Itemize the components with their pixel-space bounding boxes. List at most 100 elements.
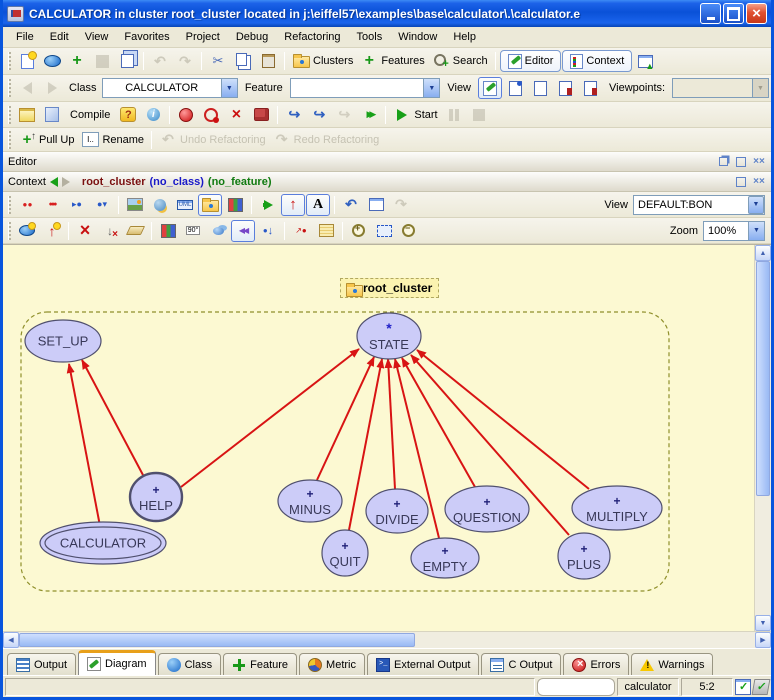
vertical-scrollbar[interactable]: ▲ ▼	[754, 245, 771, 631]
straighten-links-button[interactable]	[256, 220, 280, 242]
search-button[interactable]: Search	[429, 50, 491, 72]
align-horizontal-button[interactable]	[65, 194, 89, 216]
close-context-icon[interactable]: ××	[752, 175, 766, 189]
export-image-button[interactable]	[123, 194, 147, 216]
save-all-button[interactable]	[115, 50, 139, 72]
scroll-right-button[interactable]: ▶	[755, 632, 771, 648]
features-button[interactable]: +Features	[357, 50, 427, 72]
diagram-view-combobox[interactable]: DEFAULT:BON ▼	[633, 195, 765, 215]
tree-layout-button[interactable]	[40, 194, 64, 216]
zoom-combobox-arrow[interactable]: ▼	[748, 222, 764, 240]
undock-icon[interactable]	[716, 155, 730, 169]
class-node-state[interactable]: *STATE	[357, 313, 421, 359]
step-out-button[interactable]	[332, 104, 356, 126]
menu-view[interactable]: View	[78, 29, 116, 45]
cut-button[interactable]: ✂	[206, 50, 230, 72]
zoom-in-button[interactable]	[347, 220, 371, 242]
editor-toggle-button[interactable]: Editor	[500, 50, 562, 72]
view-flat-contract-button[interactable]	[578, 77, 602, 99]
tab-output[interactable]: Output	[7, 653, 76, 675]
class-node-multiply[interactable]: +MULTIPLY	[572, 486, 662, 530]
breakpoint-remove-button[interactable]	[224, 104, 248, 126]
maximize-button[interactable]	[723, 3, 744, 24]
toolbar-grip[interactable]	[8, 52, 11, 70]
context-crumb-cluster[interactable]: root_cluster	[82, 176, 146, 188]
toolbar-grip[interactable]	[8, 131, 11, 149]
diagram-history-button[interactable]	[364, 194, 388, 216]
inheritance-link-HELP-to-STATE[interactable]	[181, 349, 359, 487]
view-contract-button[interactable]	[528, 77, 552, 99]
undo-refactoring-button[interactable]: Undo Refactoring	[156, 129, 269, 151]
context-toggle-button[interactable]: Context	[562, 50, 632, 72]
tab-c-output[interactable]: C Output	[481, 653, 561, 675]
diagram-view-arrow[interactable]: ▼	[748, 196, 764, 214]
toolbar-grip[interactable]	[8, 196, 11, 214]
inheritance-link-QUESTION-to-STATE[interactable]	[402, 358, 475, 487]
class-node-quit[interactable]: +QUIT	[322, 530, 368, 576]
new-class-button[interactable]	[40, 50, 64, 72]
menu-file[interactable]: File	[9, 29, 41, 45]
class-node-set_up[interactable]: SET_UP	[25, 320, 101, 362]
menu-window[interactable]: Window	[391, 29, 444, 45]
toolbar-grip[interactable]	[8, 222, 11, 240]
new-feature-button[interactable]: +	[65, 50, 89, 72]
view-interface-button[interactable]	[553, 77, 577, 99]
scroll-down-button[interactable]: ▼	[755, 615, 771, 631]
colors-button[interactable]	[156, 220, 180, 242]
delete-button[interactable]	[73, 220, 97, 242]
align-vertical-button[interactable]	[90, 194, 114, 216]
cluster-view-button[interactable]	[198, 194, 222, 216]
diagram-redo-button[interactable]	[389, 194, 413, 216]
diagram-canvas[interactable]: SET_UP*STATE+HELPCALCULATOR+MINUS+QUIT+D…	[3, 245, 754, 631]
class-view-button[interactable]	[223, 194, 247, 216]
new-inheritance-tool-button[interactable]	[40, 220, 64, 242]
rename-button[interactable]: Rename	[78, 129, 147, 151]
menu-help[interactable]: Help	[446, 29, 483, 45]
paste-button[interactable]	[256, 50, 280, 72]
uml-view-button[interactable]	[173, 194, 197, 216]
comment-button[interactable]	[314, 220, 338, 242]
tab-metric[interactable]: Metric	[299, 653, 365, 675]
start-button[interactable]: Start	[390, 104, 440, 126]
history-back-button[interactable]	[15, 77, 39, 99]
class-node-minus[interactable]: +MINUS	[278, 480, 342, 522]
melt-button[interactable]	[15, 104, 39, 126]
tab-class[interactable]: Class	[158, 653, 222, 675]
history-forward-button[interactable]	[40, 77, 64, 99]
inheritance-link-DIVIDE-to-STATE[interactable]	[388, 359, 395, 489]
inheritance-links-button[interactable]	[281, 194, 305, 216]
labels-toggle-button[interactable]	[306, 194, 330, 216]
freeze-button[interactable]	[40, 104, 64, 126]
title-bar[interactable]: CALCULATOR in cluster root_cluster locat…	[3, 0, 771, 27]
add-midpoint-button[interactable]	[289, 220, 313, 242]
save-button[interactable]	[90, 50, 114, 72]
maximize-panel-icon[interactable]	[734, 155, 748, 169]
reroute-links-button[interactable]	[231, 220, 255, 242]
maximize-context-icon[interactable]	[734, 175, 748, 189]
class-node-help[interactable]: +HELP	[130, 473, 182, 521]
supplier-links-button[interactable]	[256, 194, 280, 216]
clusters-button[interactable]: Clusters	[289, 50, 356, 72]
zoom-out-button[interactable]	[397, 220, 421, 242]
menu-refactoring[interactable]: Refactoring	[277, 29, 347, 45]
erase-button[interactable]	[123, 220, 147, 242]
inheritance-link-MULTIPLY-to-STATE[interactable]	[417, 350, 589, 489]
new-class-tool-button[interactable]	[15, 220, 39, 242]
compile-help-button[interactable]	[116, 104, 140, 126]
tab-external-output[interactable]: External Output	[367, 653, 479, 675]
class-combobox[interactable]: CALCULATOR ▼	[102, 78, 238, 98]
class-node-empty[interactable]: +EMPTY	[411, 538, 479, 578]
viewpoints-combobox[interactable]: ▼	[672, 78, 769, 98]
context-back-icon[interactable]	[50, 177, 58, 187]
cluster-tag[interactable]: root_cluster	[340, 278, 439, 298]
redo-button[interactable]	[173, 50, 197, 72]
undo-button[interactable]	[148, 50, 172, 72]
tab-errors[interactable]: Errors	[563, 653, 629, 675]
toolbar-grip[interactable]	[8, 106, 11, 124]
class-node-divide[interactable]: +DIVIDE	[366, 489, 428, 533]
context-crumb-feature[interactable]: (no_feature)	[208, 176, 272, 188]
feature-combobox[interactable]: ▼	[290, 78, 441, 98]
menu-tools[interactable]: Tools	[350, 29, 390, 45]
view-editor-button[interactable]	[478, 77, 502, 99]
app-icon[interactable]	[7, 6, 24, 22]
